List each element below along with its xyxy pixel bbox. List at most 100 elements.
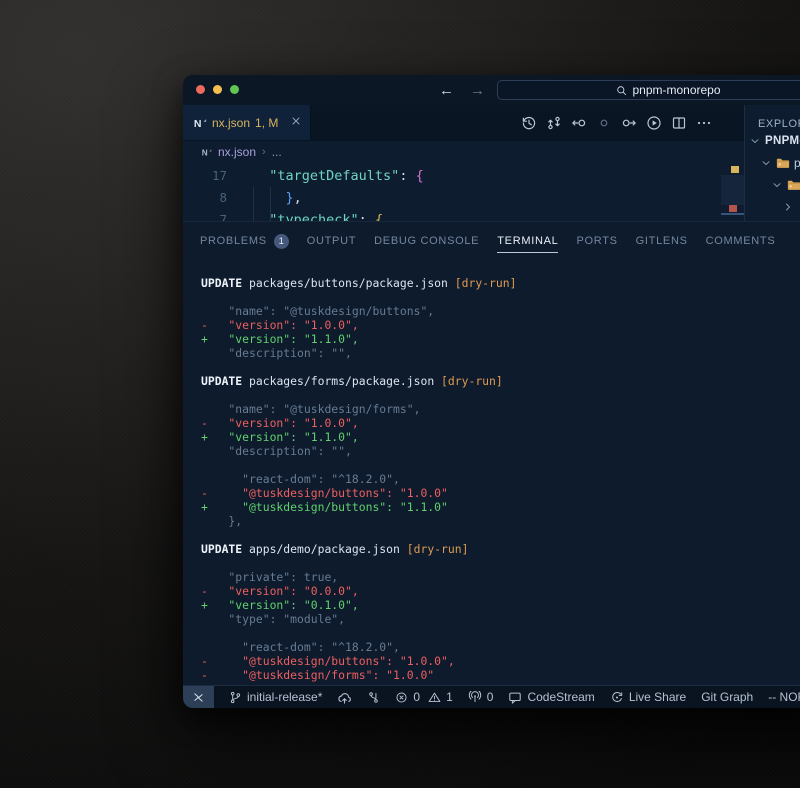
status-bar: initial-release*010CodeStreamLive ShareG…	[183, 685, 800, 708]
more-actions-icon[interactable]	[696, 115, 712, 131]
panel-tab-comments[interactable]: COMMENTS	[706, 222, 776, 260]
terminal-output[interactable]: UPDATE packages/buttons/package.json [dr…	[201, 276, 516, 682]
panel-tab-label: PROBLEMS	[200, 235, 267, 247]
command-center-search[interactable]: pnpm-monorepo	[497, 80, 800, 100]
split-editor-icon[interactable]	[671, 115, 687, 131]
ports-indicator[interactable]: 0	[468, 690, 494, 704]
terminal-blank-line	[201, 388, 516, 402]
sidebar-header: EXPLORER	[758, 118, 800, 130]
panel-tab-label: OUTPUT	[307, 235, 356, 247]
terminal-update-header: UPDATE packages/forms/package.json [dry-…	[201, 374, 516, 388]
explorer-folder-item[interactable]: buttons	[745, 174, 800, 196]
explorer-folder-item[interactable]: packages	[745, 152, 800, 174]
breadcrumb-more[interactable]: ...	[272, 145, 282, 159]
terminal-context-line: "type": "module",	[201, 612, 516, 626]
status-item-label: CodeStream	[527, 690, 594, 704]
chevron-down-icon	[771, 179, 783, 191]
svg-text:N: N	[202, 148, 208, 157]
chevron-down-icon	[749, 135, 761, 147]
chevron-down-icon	[760, 157, 772, 169]
terminal-context-line: "react-dom": "^18.2.0",	[201, 640, 516, 654]
errors-count[interactable]: 0	[395, 690, 420, 704]
status-item-label: 0	[487, 690, 494, 704]
editor[interactable]: 17 "targetDefaults": {8 },7 "typecheck":…	[183, 163, 744, 222]
nx-icon: N	[201, 147, 212, 158]
indent-guide	[270, 187, 271, 222]
next-change-icon[interactable]	[621, 115, 637, 131]
panel-tab-ports[interactable]: PORTS	[576, 222, 617, 260]
terminal-removed-line: - "version": "1.0.0",	[201, 318, 516, 332]
panel-tab-gitlens[interactable]: GITLENS	[636, 222, 688, 260]
traffic-lights	[196, 85, 239, 94]
status-item-label: Live Share	[629, 690, 686, 704]
desktop-background: ← → pnpm-monorepo N nx.json 1, M N nx.js…	[0, 0, 800, 788]
cloud-upload-icon	[337, 691, 352, 704]
panel-tab-debug-console[interactable]: DEBUG CONSOLE	[374, 222, 479, 260]
panel-tab-problems[interactable]: PROBLEMS1	[200, 222, 289, 260]
close-icon[interactable]	[290, 115, 302, 130]
item-label: packages	[794, 156, 800, 170]
panel-tab-output[interactable]: OUTPUT	[307, 222, 356, 260]
minimap-deleted-mark	[729, 205, 737, 212]
terminal-removed-line: - "version": "1.0.0",	[201, 416, 516, 430]
terminal-removed-line: - "@tuskdesign/forms": "1.0.0"	[201, 668, 516, 682]
zoom-window-button[interactable]	[230, 85, 239, 94]
terminal-context-line: "name": "@tuskdesign/forms",	[201, 402, 516, 416]
editor-line: 17 "targetDefaults": {	[183, 165, 424, 187]
line-number: 8	[183, 187, 227, 209]
explorer-sidebar: EXPLORER PNPM-MONOREPO packages buttons	[744, 105, 800, 221]
live-share-button[interactable]: Live Share	[610, 690, 686, 704]
previous-change-icon[interactable]	[571, 115, 587, 131]
terminal-blank-line	[201, 458, 516, 472]
publish-button[interactable]	[337, 691, 352, 704]
terminal-context-line: "name": "@tuskdesign/buttons",	[201, 304, 516, 318]
git-compare-icon[interactable]	[546, 115, 562, 131]
panel-tab-label: TERMINAL	[497, 235, 558, 247]
terminal-blank-line	[201, 290, 516, 304]
warnings-count[interactable]: 1	[428, 690, 453, 704]
vim-mode-indicator[interactable]: -- NORMAL --	[768, 690, 800, 704]
minimize-window-button[interactable]	[213, 85, 222, 94]
commit-graph-icon	[367, 691, 380, 704]
terminal-blank-line	[201, 556, 516, 570]
navigate-back-icon[interactable]: ←	[439, 82, 454, 99]
indent-guide	[253, 187, 254, 222]
explorer-folder-item[interactable]	[745, 196, 800, 218]
terminal-update-header: UPDATE apps/demo/package.json [dry-run]	[201, 542, 516, 556]
timeline-icon[interactable]	[521, 115, 537, 131]
run-icon[interactable]	[646, 115, 662, 131]
terminal-removed-line: - "version": "0.0.0",	[201, 584, 516, 598]
warning-icon	[428, 691, 441, 704]
editor-actions	[521, 105, 712, 140]
minimap-scroll-line	[721, 213, 744, 215]
breadcrumb-file[interactable]: nx.json	[218, 145, 256, 159]
tab-decorations: 1, M	[255, 116, 278, 130]
terminal-blank-line	[201, 626, 516, 640]
search-icon	[616, 85, 627, 96]
panel-tab-terminal[interactable]: TERMINAL	[497, 222, 558, 260]
tab-nx-json[interactable]: N nx.json 1, M	[183, 105, 311, 140]
commit-graph-button[interactable]	[367, 691, 380, 704]
breadcrumb-separator: ›	[262, 146, 266, 158]
terminal-removed-line: - "@tuskdesign/buttons": "1.0.0"	[201, 486, 516, 500]
git-graph-button[interactable]: Git Graph	[701, 690, 753, 704]
terminal-context-line: "description": "",	[201, 346, 516, 360]
tab-bar: N nx.json 1, M	[183, 105, 800, 141]
change-dot-icon[interactable]	[596, 115, 612, 131]
branch-indicator[interactable]: initial-release*	[229, 690, 322, 704]
explorer-root-item[interactable]: PNPM-MONOREPO	[745, 130, 800, 152]
tab-title: nx.json	[212, 116, 250, 130]
terminal-added-line: + "version": "0.1.0",	[201, 598, 516, 612]
navigate-forward-icon[interactable]: →	[470, 82, 485, 99]
terminal-added-line: + "@tuskdesign/buttons": "1.1.0"	[201, 500, 516, 514]
close-window-button[interactable]	[196, 85, 205, 94]
terminal-context-line: "react-dom": "^18.2.0",	[201, 472, 516, 486]
git-branch-icon	[229, 691, 242, 704]
panel-tab-bar: PROBLEMS1 OUTPUT DEBUG CONSOLE TERMINAL PORT…	[183, 222, 800, 260]
terminal-added-line: + "version": "1.1.0",	[201, 430, 516, 444]
vscode-window: ← → pnpm-monorepo N nx.json 1, M N nx.js…	[183, 75, 800, 708]
codestream-button[interactable]: CodeStream	[508, 690, 594, 704]
chevron-right-icon	[782, 201, 794, 213]
minimap-slider[interactable]	[721, 175, 744, 205]
remote-indicator[interactable]	[183, 686, 214, 708]
